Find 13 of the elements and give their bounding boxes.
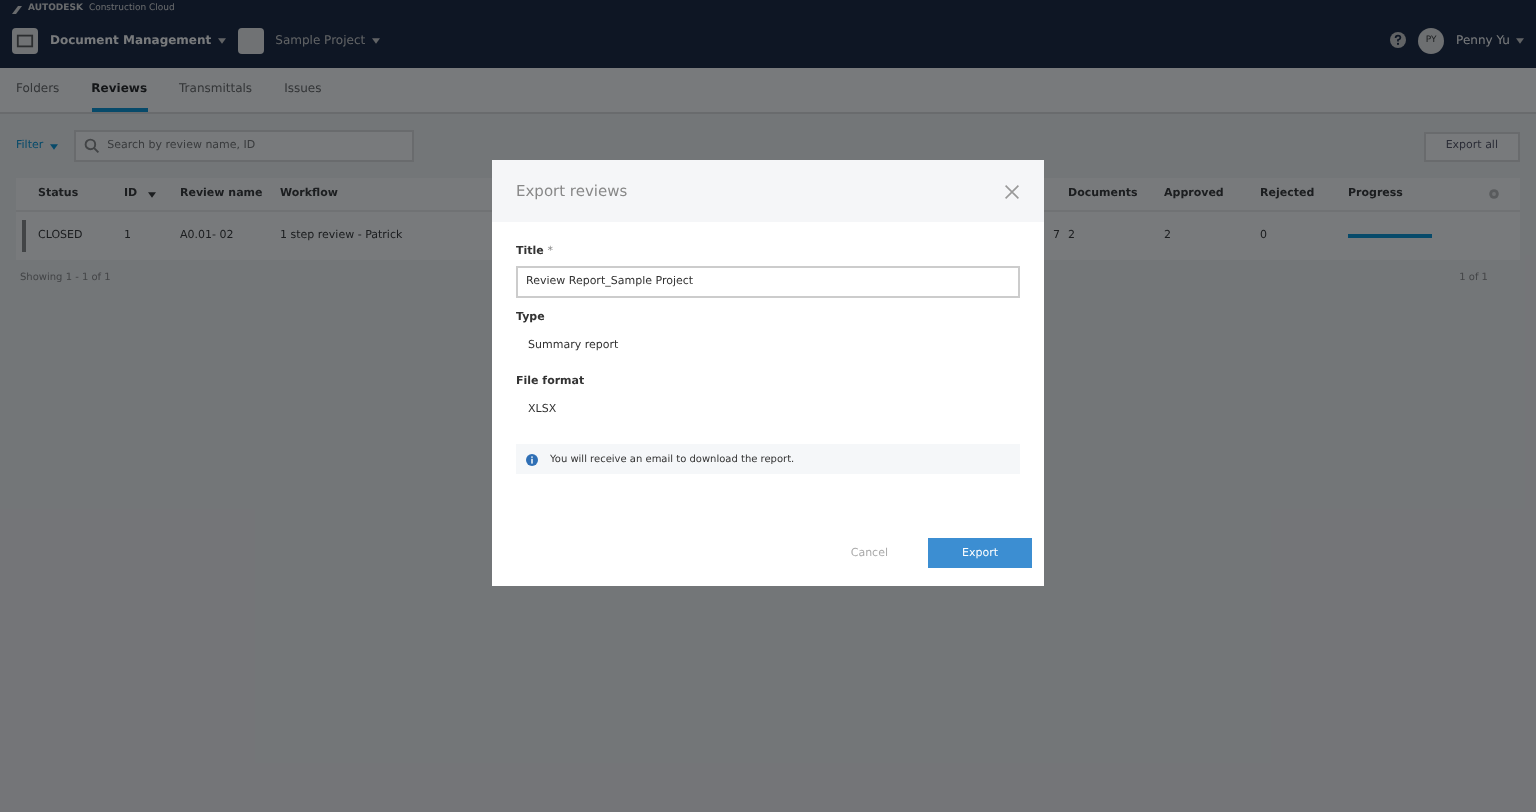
module-icon[interactable] bbox=[12, 27, 38, 53]
caret-icon[interactable] bbox=[371, 37, 380, 43]
close-icon[interactable] bbox=[1004, 183, 1020, 199]
info-icon bbox=[526, 453, 538, 465]
settings-icon[interactable] bbox=[1488, 188, 1500, 200]
search-icon bbox=[83, 138, 100, 154]
logo-icon bbox=[12, 5, 22, 13]
caret-icon[interactable] bbox=[217, 37, 226, 43]
sort-icon[interactable] bbox=[147, 191, 156, 197]
help-icon[interactable] bbox=[1390, 32, 1407, 48]
caret-icon[interactable] bbox=[1516, 37, 1524, 43]
caret-icon[interactable] bbox=[49, 143, 58, 149]
project-icon[interactable] bbox=[237, 27, 264, 53]
